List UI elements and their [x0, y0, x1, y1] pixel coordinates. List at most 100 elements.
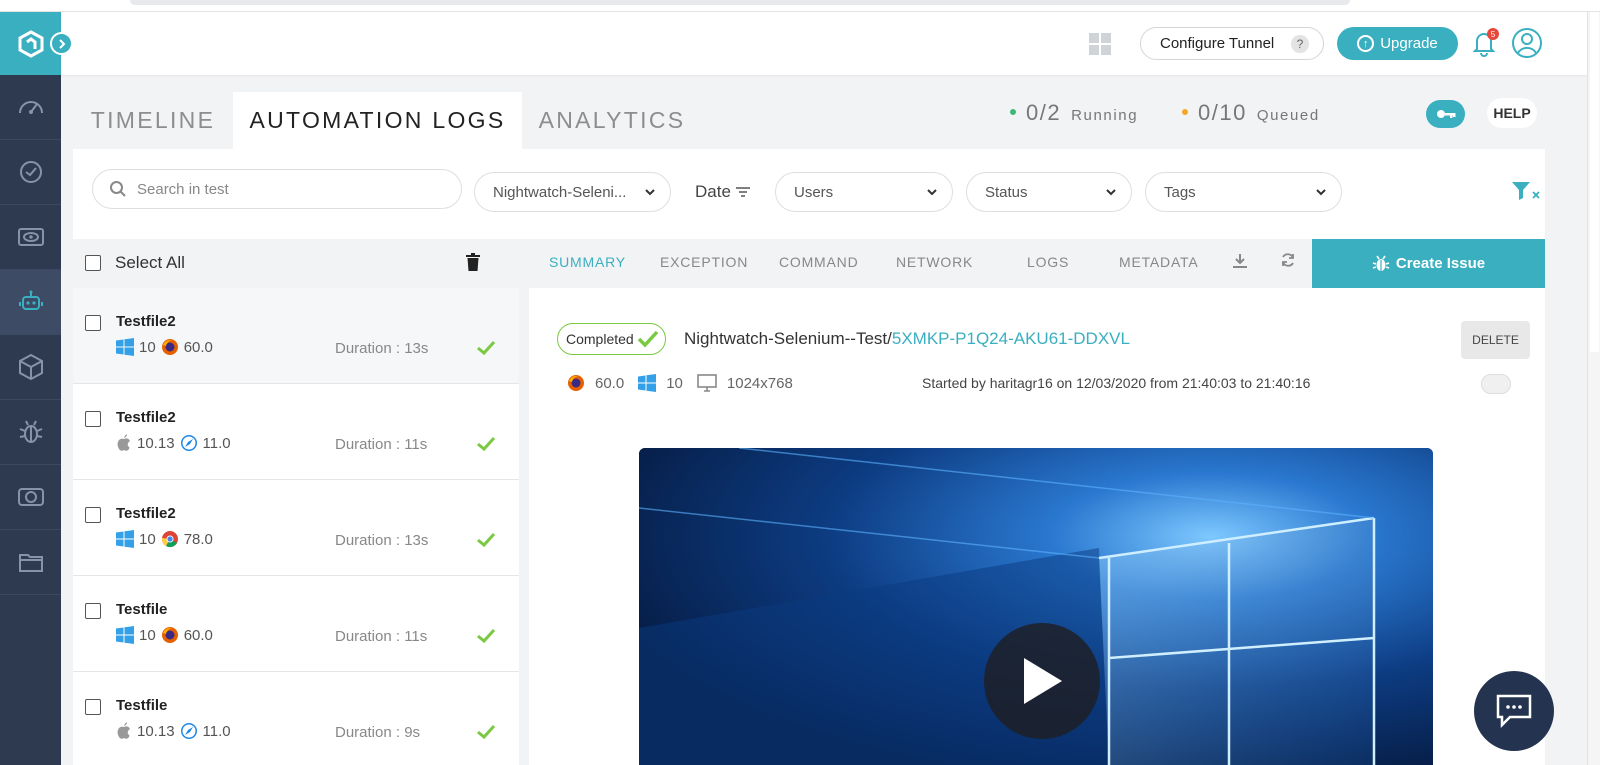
clear-filter-icon[interactable] [1510, 181, 1542, 201]
test-duration: Duration : 11s [335, 436, 428, 453]
chevron-down-icon [1316, 189, 1326, 196]
browser-version: 60.0 [183, 338, 213, 356]
refresh-icon[interactable] [1280, 252, 1296, 268]
chevron-down-icon [645, 189, 655, 196]
search-icon [110, 181, 126, 197]
build-select[interactable]: Nightwatch-Seleni... [474, 172, 671, 212]
item-checkbox[interactable] [85, 699, 101, 715]
tab-network[interactable]: NETWORK [896, 254, 973, 270]
user-avatar-icon[interactable] [1511, 27, 1543, 59]
os-version: 10 [666, 374, 683, 392]
list-item[interactable]: Testfile2 10.13 11.0 Duration : 11s [73, 384, 519, 480]
test-name: Testfile [116, 601, 168, 618]
list-item[interactable]: Testfile 10 60.0 Duration : 11s [73, 576, 519, 672]
select-all-label: Select All [115, 253, 185, 272]
sidebar-item-compare[interactable] [0, 465, 61, 530]
test-path: Nightwatch-Selenium--Test/5XMKP-P1Q24-AK… [684, 329, 1130, 349]
windows-icon [638, 374, 657, 392]
tab-analytics[interactable]: ANALYTICS [522, 92, 702, 149]
item-checkbox[interactable] [85, 411, 101, 427]
chat-icon [1496, 694, 1532, 729]
tab-command[interactable]: COMMAND [779, 254, 858, 270]
folder-icon [18, 554, 43, 572]
resolution: 1024x768 [726, 374, 793, 392]
tunnel-help-icon[interactable]: ? [1291, 35, 1309, 53]
item-checkbox[interactable] [85, 603, 101, 619]
chevron-down-icon [1106, 189, 1116, 196]
video-player[interactable] [639, 448, 1433, 765]
list-item[interactable]: Testfile2 10 78.0 Duration : 13s [73, 480, 519, 576]
search-input[interactable]: Search in test [92, 169, 462, 209]
configure-tunnel-button[interactable]: Configure Tunnel ? [1140, 27, 1324, 60]
sidebar-item-issues[interactable] [0, 400, 61, 465]
chat-widget-button[interactable] [1474, 671, 1554, 751]
test-duration: Duration : 13s [335, 340, 429, 357]
windows-icon [116, 626, 134, 644]
sidebar-item-dashboard[interactable] [0, 75, 61, 140]
windows-icon [116, 338, 134, 356]
apps-grid-icon[interactable] [1089, 33, 1111, 55]
users-select-value: Users [794, 183, 834, 201]
sidebar-item-realtime[interactable] [0, 140, 61, 205]
configure-tunnel-label: Configure Tunnel [1160, 35, 1275, 52]
search-placeholder: Search in test [137, 180, 229, 198]
toggle-switch[interactable] [1481, 374, 1511, 394]
sidebar-item-builds[interactable] [0, 335, 61, 400]
build-name[interactable]: Nightwatch-Selenium--Test/ [684, 329, 892, 348]
item-checkbox[interactable] [85, 315, 101, 331]
tab-logs[interactable]: LOGS [1027, 254, 1069, 270]
date-sort[interactable]: Date [695, 182, 751, 202]
sidebar [0, 12, 73, 765]
windows-icon [116, 530, 134, 548]
page-scrollbar[interactable] [1587, 12, 1600, 765]
list-item[interactable]: Testfile2 10 60.0 Duration : 13s [73, 288, 519, 384]
passed-check-icon [477, 724, 496, 740]
chevron-right-icon [58, 38, 65, 49]
play-icon [1024, 658, 1062, 704]
delete-button[interactable]: DELETE [1461, 321, 1530, 359]
apple-icon [117, 722, 130, 739]
test-name: Testfile2 [116, 313, 176, 330]
test-id[interactable]: 5XMKP-P1Q24-AKU61-DDXVL [892, 329, 1130, 348]
upgrade-button[interactable]: ↑ Upgrade [1337, 27, 1458, 60]
test-name: Testfile [116, 697, 168, 714]
list-item[interactable]: Testfile 10.13 11.0 Duration : 9s [73, 672, 519, 765]
help-button[interactable]: HELP [1487, 98, 1537, 128]
check-icon [637, 330, 658, 348]
eye-screen-icon [17, 228, 44, 246]
trash-icon[interactable] [465, 253, 481, 271]
test-environment: 10.13 11.0 [116, 434, 231, 452]
item-checkbox[interactable] [85, 507, 101, 523]
os-version: 10.13 [137, 434, 175, 452]
select-all-checkbox[interactable] [85, 255, 101, 271]
sidebar-item-automation[interactable] [0, 270, 61, 335]
sidebar-expand-button[interactable] [50, 32, 73, 55]
tab-summary[interactable]: SUMMARY [549, 254, 626, 270]
address-bar-fragment [130, 0, 1350, 5]
download-icon[interactable] [1232, 253, 1248, 269]
create-issue-button[interactable]: Create Issue [1312, 239, 1545, 288]
apple-icon [117, 434, 130, 451]
play-button[interactable] [984, 623, 1100, 739]
queued-status: 0/10 Queued [1182, 100, 1320, 126]
monitor-icon [697, 374, 717, 392]
users-select[interactable]: Users [775, 172, 953, 212]
queued-label: Queued [1256, 107, 1320, 124]
scrollbar-thumb[interactable] [1590, 12, 1599, 352]
os-version: 10 [139, 626, 156, 644]
sidebar-item-visual[interactable] [0, 205, 61, 270]
tab-automation-logs[interactable]: AUTOMATION LOGS [233, 92, 522, 149]
status-select[interactable]: Status [966, 172, 1132, 212]
tab-timeline[interactable]: TIMELINE [73, 92, 233, 149]
status-badge-label: Completed [566, 331, 634, 347]
filter-bar: Search in test Nightwatch-Seleni... Date… [73, 149, 1545, 239]
access-key-button[interactable] [1426, 100, 1465, 128]
create-issue-label: Create Issue [1395, 255, 1486, 272]
sidebar-item-projects[interactable] [0, 530, 61, 595]
test-duration: Duration : 13s [335, 532, 429, 549]
tab-metadata[interactable]: METADATA [1119, 254, 1199, 270]
browser-version: 78.0 [183, 530, 213, 548]
tags-select[interactable]: Tags [1145, 172, 1342, 212]
box-icon [18, 353, 43, 381]
tab-exception[interactable]: EXCEPTION [660, 254, 748, 270]
